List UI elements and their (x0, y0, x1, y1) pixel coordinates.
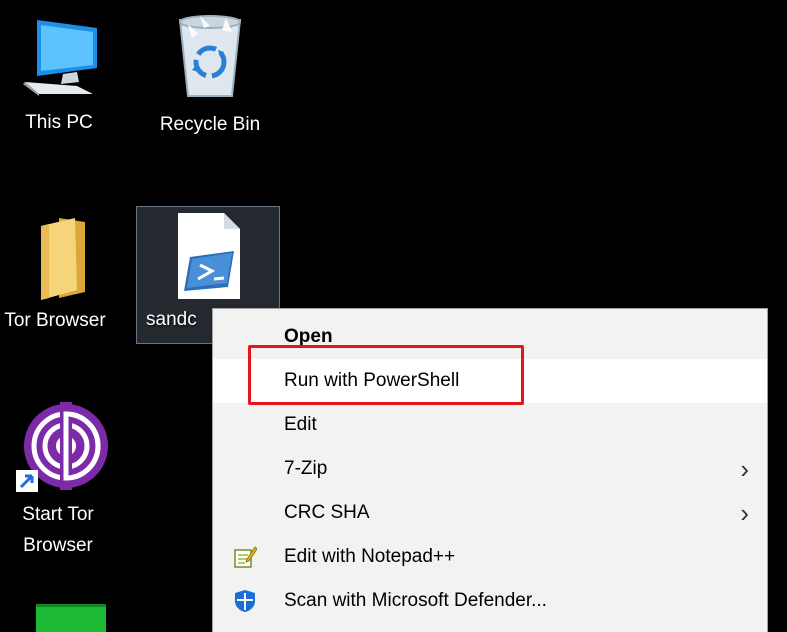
menu-item-label: 7-Zip (284, 458, 328, 479)
defender-shield-icon (235, 590, 255, 612)
menu-item-label: Edit with Notepad++ (284, 546, 456, 567)
folder-icon (41, 218, 85, 300)
menu-item-open[interactable]: Open (213, 315, 767, 359)
desktop-icon-start-tor-browser[interactable]: Start Tor Browser (0, 398, 116, 560)
tor-browser-icon (16, 402, 108, 492)
context-menu: Open Run with PowerShell Edit 7-Zip › CR… (212, 308, 768, 632)
menu-item-scan-with-defender[interactable]: Scan with Microsoft Defender... (213, 579, 767, 623)
menu-item-7zip[interactable]: 7-Zip › (213, 447, 767, 491)
powershell-script-icon (178, 213, 240, 299)
menu-item-edit-with-notepad-plus-plus[interactable]: Edit with Notepad++ (213, 535, 767, 579)
desktop-icon-tor-browser-folder[interactable]: Tor Browser (0, 212, 130, 336)
desktop-icon-recycle-bin[interactable]: Recycle Bin (138, 12, 282, 140)
desktop: This PC Recycle Bin Tor Browser sandc St… (0, 0, 787, 632)
chevron-right-icon: › (740, 454, 749, 484)
desktop-icon-label: Recycle Bin (159, 114, 261, 135)
menu-item-run-with-powershell[interactable]: Run with PowerShell (213, 359, 767, 403)
menu-item-edit[interactable]: Edit (213, 403, 767, 447)
menu-item-label: Open (284, 326, 333, 347)
desktop-icon-this-pc[interactable]: This PC (4, 12, 114, 138)
menu-item-label: Run with PowerShell (284, 370, 460, 391)
desktop-icon-label: This PC (25, 112, 93, 133)
desktop-icon-label: Tor Browser (4, 310, 106, 331)
menu-item-label: Edit (284, 414, 317, 435)
recycle-bin-icon (178, 15, 242, 97)
menu-item-crc-sha[interactable]: CRC SHA › (213, 491, 767, 535)
monitor-icon (23, 20, 97, 96)
desktop-icon-label-line1: Start Tor (22, 504, 94, 525)
desktop-icon-label-line2: Browser (23, 535, 93, 556)
chevron-right-icon: › (740, 498, 749, 528)
notepad-plus-icon (234, 546, 257, 568)
menu-item-label: CRC SHA (284, 502, 370, 523)
desktop-icon-partial[interactable] (36, 604, 106, 632)
menu-item-label: Scan with Microsoft Defender... (284, 590, 547, 611)
